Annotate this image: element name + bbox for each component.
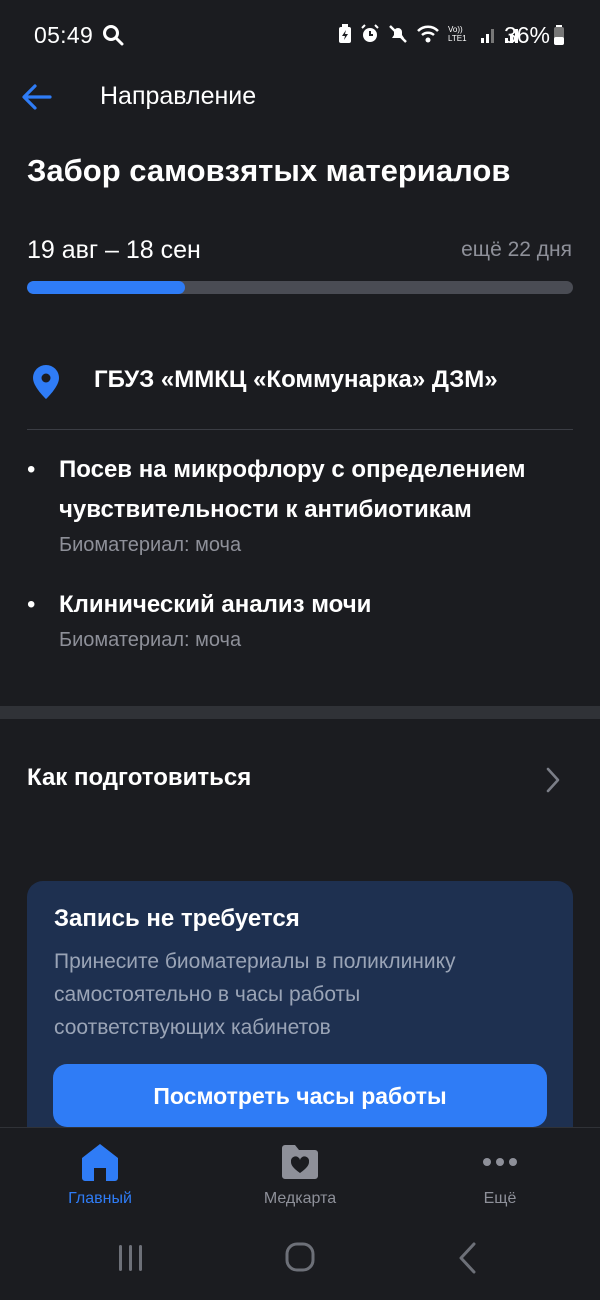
home-button-icon[interactable] (284, 1232, 316, 1284)
view-hours-button[interactable]: Посмотреть часы работы (53, 1064, 547, 1127)
how-to-prepare-row[interactable]: Как подготовиться (0, 740, 600, 820)
signal-icon (481, 29, 494, 43)
section-separator (0, 706, 600, 719)
status-time: 05:49 (34, 22, 94, 48)
bullet: • (27, 591, 36, 618)
days-remaining: ещё 22 дня (461, 238, 572, 261)
more-icon (483, 1158, 517, 1166)
mute-icon (389, 25, 407, 43)
nav-label-more: Ещё (483, 1190, 517, 1207)
list-item: • Клинический анализ мочи Биоматериал: м… (27, 585, 573, 652)
recent-apps-icon[interactable] (116, 1232, 146, 1284)
test-name: Клинический анализ мочи (59, 591, 372, 618)
info-card-text: Принесите биоматериалы в поликлинику сам… (54, 950, 456, 1039)
info-card-title: Запись не требуется (54, 905, 300, 932)
system-nav-bar (0, 1232, 600, 1284)
system-back-icon[interactable] (456, 1232, 478, 1284)
location-pin-icon (33, 365, 59, 399)
test-name: Посев на микрофлору с определением чувст… (59, 456, 526, 523)
validity-progress-bar (27, 281, 573, 294)
battery-icon (554, 25, 564, 45)
how-to-prepare-label: Как подготовиться (27, 764, 252, 791)
back-arrow-icon[interactable] (20, 80, 54, 114)
alarm-icon (361, 24, 379, 42)
volte-icon: Vo)) LTE1 (448, 25, 467, 43)
battery-saver-icon (339, 24, 351, 43)
wifi-icon (417, 25, 439, 43)
home-icon (82, 1144, 118, 1181)
bullet: • (27, 456, 36, 483)
folder-heart-icon (282, 1145, 318, 1179)
status-icons: Vo)) LTE1 (338, 24, 520, 44)
info-card: Запись не требуется Принесите биоматериа… (27, 881, 573, 1151)
nav-item-more[interactable]: Ещё (420, 1142, 580, 1208)
nav-label-home: Главный (68, 1190, 132, 1207)
list-item: • Посев на микрофлору с определением чув… (27, 450, 573, 557)
clinic-name: ГБУЗ «ММКЦ «Коммунарка» ДЗМ» (94, 366, 498, 393)
chevron-right-icon (546, 767, 560, 793)
battery-percentage: 36% (503, 22, 550, 48)
divider (27, 429, 573, 430)
nav-item-home[interactable]: Главный (20, 1142, 180, 1208)
test-biomaterial: Биоматериал: моча (59, 534, 242, 556)
nav-item-medcard[interactable]: Медкарта (220, 1142, 380, 1208)
nav-label-medcard: Медкарта (263, 1190, 337, 1207)
header-title: Направление (100, 82, 257, 110)
test-biomaterial: Биоматериал: моча (59, 629, 242, 651)
test-list: • Посев на микрофлору с определением чув… (27, 450, 573, 680)
referral-dates: 19 авг – 18 сен (27, 236, 201, 264)
progress-fill (27, 281, 186, 294)
search-icon (103, 25, 124, 46)
page-title: Забор самовзятых материалов (27, 153, 511, 188)
